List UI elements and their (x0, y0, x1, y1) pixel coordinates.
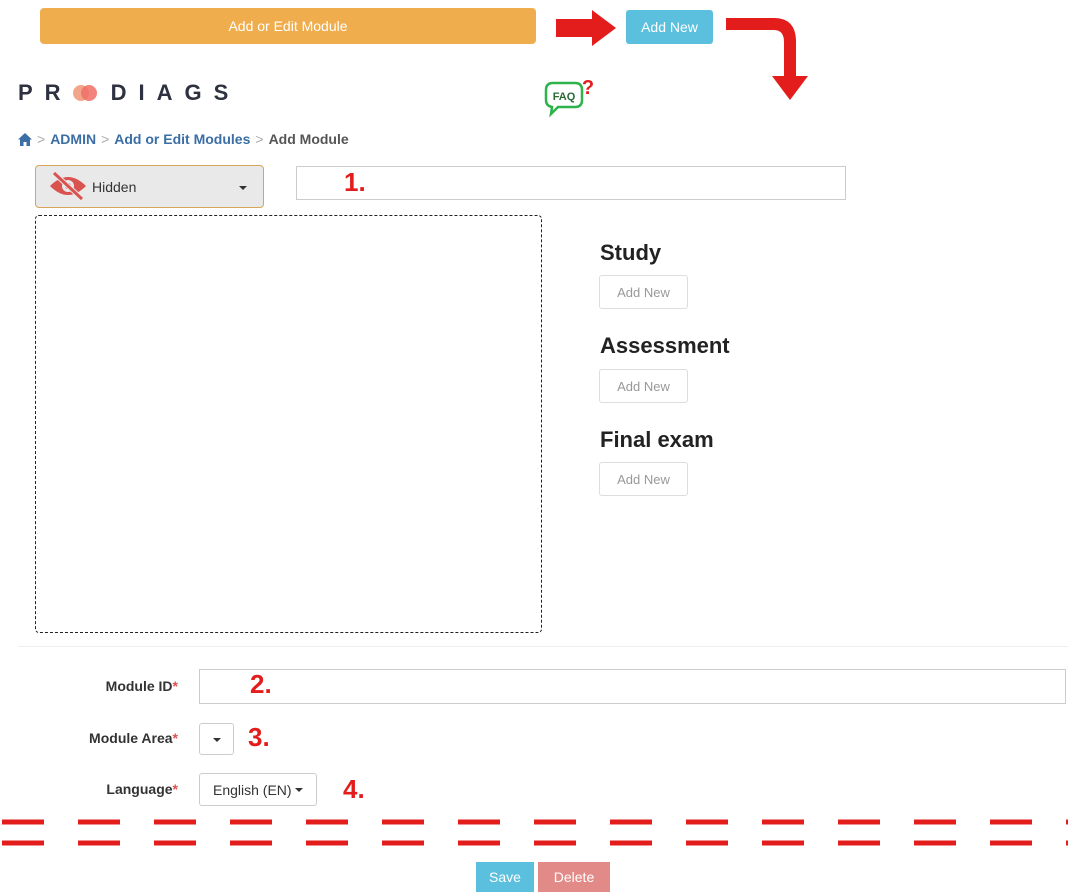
save-label: Save (489, 869, 521, 885)
module-bar-label: Add or Edit Module (228, 18, 348, 34)
required-mark: * (172, 730, 178, 746)
study-add-new-label: Add New (617, 284, 670, 300)
required-mark: * (172, 678, 178, 694)
visibility-select[interactable]: Hidden (35, 165, 264, 208)
logo-text-right: DIAGS (110, 80, 241, 105)
faq-icon[interactable]: FAQ ? (542, 78, 594, 118)
annotation-dashed-lines (0, 819, 1068, 846)
annotation-2: 2. (250, 669, 272, 699)
section-title-study: Study (600, 240, 662, 265)
faq-label: FAQ (553, 91, 576, 103)
breadcrumb-admin[interactable]: ADMIN (50, 131, 96, 147)
chevron-down-icon (213, 738, 221, 742)
divider (18, 646, 1068, 647)
logo-mark-icon (72, 82, 99, 104)
logo-text-left: PR (18, 80, 73, 105)
module-area-select[interactable] (199, 723, 234, 755)
module-id-input[interactable] (199, 669, 1066, 704)
annotation-1: 1. (344, 167, 366, 197)
annotation-4: 4. (343, 774, 365, 804)
assessment-add-new-label: Add New (617, 378, 670, 394)
home-icon[interactable] (18, 132, 32, 146)
add-new-label: Add New (641, 19, 698, 35)
chevron-down-icon (295, 788, 303, 792)
eye-slash-icon (50, 170, 86, 200)
delete-label: Delete (553, 869, 595, 885)
required-mark: * (172, 781, 178, 797)
assessment-add-new-button[interactable]: Add New (599, 369, 688, 403)
section-title-assessment: Assessment (600, 333, 730, 358)
breadcrumb-current: Add Module (268, 131, 349, 147)
arrow-down-bend-icon (726, 18, 808, 100)
language-label: Language* (106, 781, 178, 797)
language-select[interactable]: English (EN) (199, 773, 317, 806)
prodiags-logo: PR DIAGS (18, 80, 240, 106)
final-exam-add-new-label: Add New (617, 471, 670, 487)
language-value: English (EN) (213, 781, 292, 798)
add-new-button[interactable]: Add New (626, 10, 713, 44)
breadcrumb-add-or-edit-modules[interactable]: Add or Edit Modules (114, 131, 250, 147)
final-exam-add-new-button[interactable]: Add New (599, 462, 688, 496)
study-add-new-button[interactable]: Add New (599, 275, 688, 309)
chevron-down-icon (239, 186, 247, 190)
breadcrumb-separator: > (255, 131, 264, 147)
image-dropzone[interactable] (35, 215, 542, 633)
module-title-input[interactable] (296, 166, 846, 200)
arrow-right-icon (556, 10, 616, 46)
faq-mark: ? (582, 78, 594, 99)
breadcrumb: > ADMIN > Add or Edit Modules > Add Modu… (18, 131, 349, 147)
module-id-label: Module ID* (105, 678, 178, 694)
annotation-3: 3. (248, 722, 270, 752)
section-title-final-exam: Final exam (600, 427, 714, 452)
module-area-label: Module Area* (89, 730, 178, 746)
visibility-value: Hidden (92, 178, 137, 195)
breadcrumb-separator: > (37, 131, 46, 147)
add-or-edit-module-bar[interactable]: Add or Edit Module (40, 8, 536, 44)
breadcrumb-separator: > (101, 131, 110, 147)
